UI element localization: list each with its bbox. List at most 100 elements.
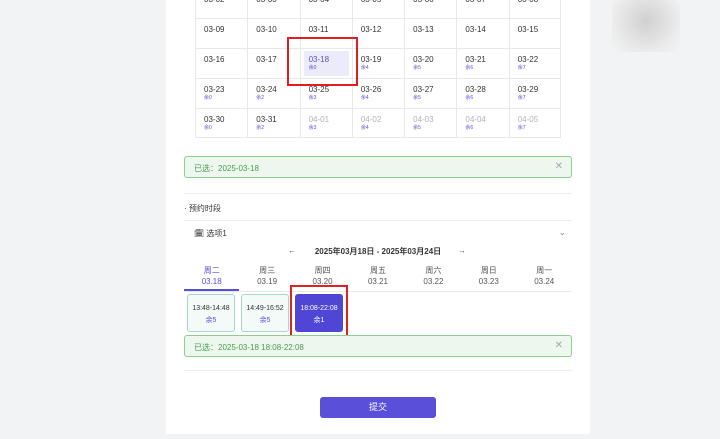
prev-week-arrow-icon[interactable]: ← [288,246,296,255]
day-tab[interactable]: 周三 03.19 [239,264,294,291]
calendar-day-cell[interactable]: 03-21 余6 [456,49,508,78]
calendar-day-cell[interactable]: 03-16 [195,49,247,78]
calendar-day-cell[interactable]: 03-23 余0 [195,79,247,108]
blurred-avatar [612,0,680,52]
calendar-day-cell[interactable]: 03-14 [456,19,508,48]
calendar-day-cell[interactable]: 03-05 [351,0,404,18]
calendar-date: 03-16 [204,55,225,64]
calendar-day-cell[interactable]: 03-22 余7 [508,49,561,78]
calendar-day-cell[interactable]: 03-12 [351,19,404,48]
calendar-day-cell[interactable]: 03-20 余5 [404,49,456,78]
calendar-day-cell[interactable]: 03-08 [508,0,561,18]
day-tab[interactable]: 周六 03.22 [406,264,461,291]
calendar-day-cell[interactable]: 04-04 余6 [456,109,508,137]
calendar-remaining: 余6 [465,125,474,131]
calendar-day-cell[interactable]: 04-03 余5 [404,109,456,137]
divider [184,370,572,371]
time-slot[interactable]: 13:48-14:48 余5 [187,294,235,332]
section-title: · 预约时段 [184,204,221,213]
calendar-remaining: 余2 [256,125,265,131]
calendar-date: 03-27 [413,85,434,94]
calendar-date: 03-02 [204,0,247,5]
day-tab-weekday: 周六 [425,266,442,275]
week-range: 2025年03月18日 - 2025年03月24日 [314,247,442,256]
time-slot-range: 13:48-14:48 [192,305,230,312]
calendar-day-cell[interactable]: 03-31 余2 [247,109,299,137]
divider [184,193,572,194]
calendar-day-cell[interactable]: 03-13 [404,19,456,48]
calendar-remaining: 余6 [465,65,474,71]
calendar-date: 03-07 [465,0,508,5]
day-tab-date: 03.18 [201,277,222,286]
day-tab[interactable]: 周五 03.21 [350,264,405,291]
calendar-day-cell[interactable]: 03-04 [299,0,352,18]
calendar-row: 03-30 余0 03-31 余2 04-01 余3 04-02 余4 04-03 余5 04-04… [195,108,561,138]
day-tab-weekday: 周三 [259,266,276,275]
day-tab-weekday: 周二 [203,266,220,275]
day-tab-weekday: 周四 [314,266,331,275]
calendar-day-cell[interactable]: 03-07 [456,0,508,18]
calendar-remaining: 余5 [413,65,421,71]
close-icon[interactable]: ✕ [555,340,563,351]
calendar-day-cell[interactable]: 03-29 余7 [508,79,561,108]
day-tab[interactable]: 周一 03.24 [517,264,572,291]
week-navigator: ← 2025年03月18日 - 2025年03月24日 → [184,246,572,260]
calendar-day-cell[interactable]: 03-26 余4 [351,79,404,108]
calendar-day-cell[interactable]: 04-05 余7 [508,109,561,137]
calendar-date: 03-22 [517,55,539,64]
close-icon[interactable]: ✕ [555,161,563,172]
day-tab-date: 03.22 [423,277,444,286]
calendar-date: 03-15 [517,25,539,34]
calendar-day-cell[interactable]: 04-02 余4 [351,109,404,137]
time-slot[interactable]: 14:49-16:52 余5 [241,294,289,332]
selected-date-alert: 已选：2025-03-18 ✕ [184,156,572,178]
day-tab-weekday: 周一 [536,266,553,275]
calendar-date: 03-03 [256,0,299,5]
calendar-remaining: 余7 [517,65,526,71]
calendar-remaining: 余0 [308,65,317,71]
calendar-icon: 🗓 [194,229,205,238]
day-tab[interactable]: 周二 03.18 [184,264,240,291]
calendar-date: 03-31 [256,115,277,124]
calendar-remaining: 余5 [413,125,421,131]
calendar-remaining: 余7 [517,125,526,131]
day-tab[interactable]: 周日 03.23 [461,264,516,291]
calendar-day-cell[interactable]: 03-09 [195,19,247,48]
calendar-date: 03-19 [360,55,382,64]
time-slot-remaining: 余5 [205,317,217,324]
calendar-date: 03-04 [309,0,352,5]
day-tab-date: 03.24 [534,277,555,286]
calendar-day-cell[interactable]: 03-19 余4 [351,49,404,78]
calendar-day-cell[interactable]: 03-28 余6 [456,79,508,108]
calendar-day-cell[interactable]: 03-03 [247,0,299,18]
calendar-date: 03-26 [360,85,382,94]
calendar-remaining: 余6 [465,95,474,101]
calendar-date: 03-20 [413,55,434,64]
calendar-day-cell[interactable]: 03-02 [195,0,247,18]
calendar-row: 03-23 余0 03-24 余2 03-25 余3 03-26 余4 03-27 余5 03-28… [195,78,561,108]
day-tab-weekday: 周日 [480,266,497,275]
calendar-day-cell[interactable]: 03-15 [508,19,561,48]
calendar-grid: 03-02 03-03 03-04 03-05 03-06 03-07 03-08 03-09… [195,0,561,138]
time-slot-range: 14:49-16:52 [246,305,284,312]
chevron-down-icon[interactable]: ⌄ [558,227,566,238]
calendar-date: 04-02 [360,115,382,124]
highlight-box-slot [290,285,348,341]
option-select[interactable]: 🗓 选项1 ⌄ [184,220,572,244]
calendar-day-cell[interactable]: 03-27 余5 [404,79,456,108]
calendar-date: 03-21 [465,55,486,64]
selected-time-text: 已选：2025-03-18 18:08-22:08 [194,343,304,352]
next-week-arrow-icon[interactable]: → [458,246,466,255]
calendar-remaining: 余2 [256,95,265,101]
calendar-row: 03-09 03-10 03-11 03-12 03-13 03-14 03-15 [195,18,561,48]
submit-button[interactable]: 提交 [320,397,436,418]
selected-date-text: 已选：2025-03-18 [194,164,259,173]
calendar-day-cell[interactable]: 04-01 余3 [299,109,352,137]
calendar-date: 03-10 [256,25,277,34]
calendar-row: 03-16 03-17 03-18 余0 03-19 余4 03-20 余5 03-21 余6 03… [195,48,561,78]
calendar-day-cell[interactable]: 03-06 [404,0,456,18]
calendar-remaining: 余4 [360,125,369,131]
calendar-date: 03-29 [517,85,539,94]
calendar-day-cell[interactable]: 03-30 余0 [195,109,247,137]
calendar-date: 04-04 [465,115,486,124]
